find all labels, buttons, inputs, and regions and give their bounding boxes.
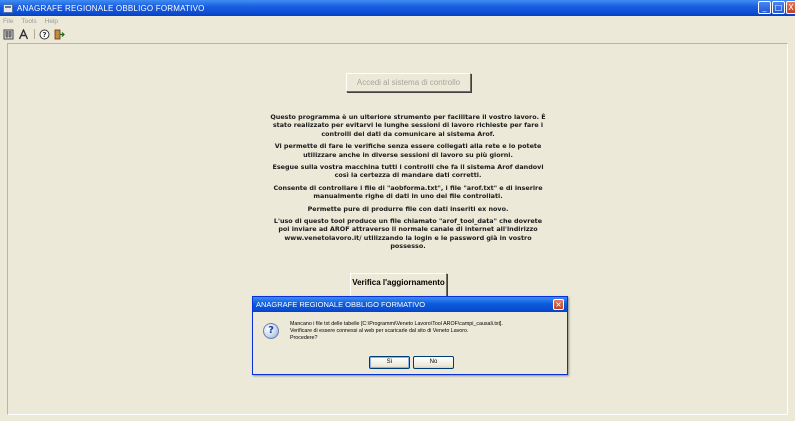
app-icon — [3, 3, 13, 13]
info-paragraph: L'uso di questo tool produce un file chi… — [273, 217, 543, 251]
text-a-icon[interactable] — [18, 27, 29, 40]
toolbar: ? — [0, 27, 795, 41]
menu-help[interactable]: Help — [45, 18, 58, 25]
dialog-close-button[interactable]: × — [553, 299, 564, 310]
info-paragraph: Questo programma è un ulteriore strument… — [270, 113, 546, 138]
question-icon: ? — [263, 323, 279, 339]
info-paragraph: Vi permette di fare le verifiche senza e… — [274, 142, 542, 159]
dialog-title-bar[interactable]: ANAGRAFE REGIONALE OBBLIGO FORMATIVO — [253, 297, 567, 312]
dialog-title: ANAGRAFE REGIONALE OBBLIGO FORMATIVO — [256, 300, 426, 309]
window-controls: _ □ X — [758, 1, 795, 14]
dialog-message: Mancano i file txt delle tabelle [C:\Pro… — [290, 321, 562, 343]
close-button[interactable]: X — [786, 1, 795, 14]
minimize-button[interactable]: _ — [758, 1, 771, 14]
exit-icon[interactable] — [54, 29, 65, 40]
no-button[interactable]: No — [413, 356, 454, 369]
svg-text:?: ? — [42, 31, 46, 39]
menu-bar: File Tools Help — [0, 16, 795, 27]
yes-button[interactable]: Sì — [369, 356, 410, 369]
dialog-message-line: Verificare di essere connessi al web per… — [290, 328, 469, 335]
dialog-message-line: Mancano i file txt delle tabelle [C:\Pro… — [290, 321, 503, 327]
menu-file[interactable]: File — [3, 18, 13, 25]
info-text: Questo programma è un ulteriore strument… — [270, 113, 546, 255]
title-bar[interactable]: ANAGRAFE REGIONALE OBBLIGO FORMATIVO _ □… — [0, 0, 795, 16]
maximize-button[interactable]: □ — [772, 1, 785, 14]
menu-tools[interactable]: Tools — [21, 18, 36, 25]
accedi-button[interactable]: Accedi al sistema di controllo — [346, 73, 471, 92]
main-window: ANAGRAFE REGIONALE OBBLIGO FORMATIVO _ □… — [0, 0, 795, 421]
toolbar-separator — [34, 29, 35, 39]
info-paragraph: Consente di controllare i file di "aobfo… — [273, 183, 543, 201]
dialog-message-line: Procedere? — [290, 335, 318, 342]
grid-icon[interactable] — [3, 29, 14, 40]
help-circle-icon[interactable]: ? — [39, 29, 50, 40]
info-paragraph: Esegue sulla vostra macchina tutti i con… — [272, 163, 544, 180]
confirm-dialog: ANAGRAFE REGIONALE OBBLIGO FORMATIVO × ?… — [252, 296, 568, 375]
info-paragraph: Permette pure di produrre file con dati … — [307, 204, 509, 213]
window-title: ANAGRAFE REGIONALE OBBLIGO FORMATIVO — [17, 3, 205, 13]
